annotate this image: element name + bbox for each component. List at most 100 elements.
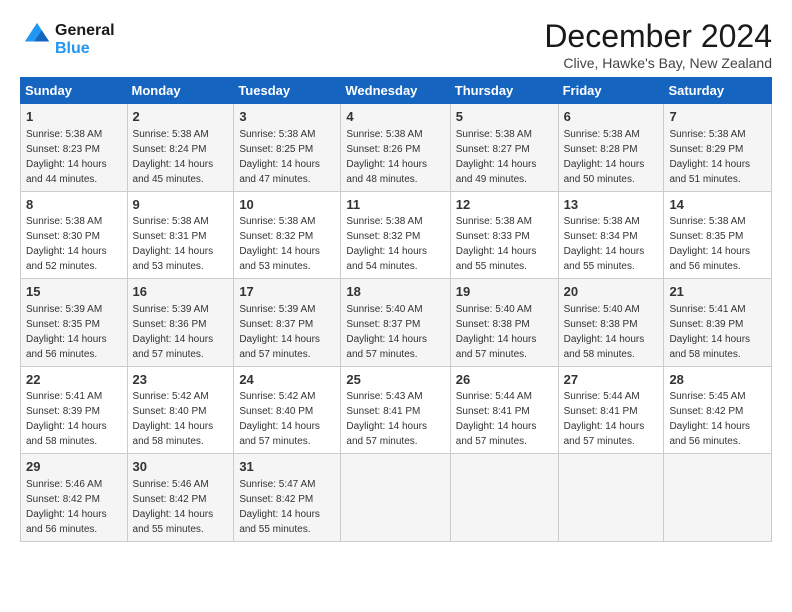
calendar-cell xyxy=(664,454,772,542)
day-detail: Sunrise: 5:38 AMSunset: 8:23 PMDaylight:… xyxy=(26,129,107,185)
day-number: 3 xyxy=(239,108,335,126)
day-detail: Sunrise: 5:42 AMSunset: 8:40 PMDaylight:… xyxy=(239,391,320,447)
calendar-cell: 27Sunrise: 5:44 AMSunset: 8:41 PMDayligh… xyxy=(558,366,664,454)
calendar-cell: 1 Sunrise: 5:38 AMSunset: 8:23 PMDaylight… xyxy=(21,104,128,192)
calendar-header-row: Sunday Monday Tuesday Wednesday Thursday… xyxy=(21,78,772,104)
day-number: 17 xyxy=(239,283,335,301)
col-tuesday: Tuesday xyxy=(234,78,341,104)
day-detail: Sunrise: 5:38 AMSunset: 8:35 PMDaylight:… xyxy=(669,216,750,272)
calendar-week-1: 1 Sunrise: 5:38 AMSunset: 8:23 PMDaylight… xyxy=(21,104,772,192)
day-number: 8 xyxy=(26,196,122,214)
page: General Blue December 2024 Clive, Hawke'… xyxy=(0,0,792,552)
day-detail: Sunrise: 5:38 AMSunset: 8:33 PMDaylight:… xyxy=(456,216,537,272)
calendar-week-5: 29Sunrise: 5:46 AMSunset: 8:42 PMDayligh… xyxy=(21,454,772,542)
calendar-week-4: 22 Sunrise: 5:41 AMSunset: 8:39 PMDayligh… xyxy=(21,366,772,454)
calendar-table: Sunday Monday Tuesday Wednesday Thursday… xyxy=(20,77,772,542)
calendar-cell xyxy=(558,454,664,542)
day-number: 23 xyxy=(133,371,229,389)
day-detail: Sunrise: 5:40 AMSunset: 8:38 PMDaylight:… xyxy=(456,304,537,360)
day-number: 25 xyxy=(346,371,444,389)
calendar-cell: 17Sunrise: 5:39 AMSunset: 8:37 PMDayligh… xyxy=(234,279,341,367)
day-number: 6 xyxy=(564,108,659,126)
day-detail: Sunrise: 5:39 AMSunset: 8:35 PMDaylight:… xyxy=(26,304,107,360)
day-number: 11 xyxy=(346,196,444,214)
calendar-cell: 10Sunrise: 5:38 AMSunset: 8:32 PMDayligh… xyxy=(234,191,341,279)
day-number: 22 xyxy=(26,371,122,389)
day-number: 2 xyxy=(133,108,229,126)
day-detail: Sunrise: 5:43 AMSunset: 8:41 PMDaylight:… xyxy=(346,391,427,447)
calendar-week-2: 8 Sunrise: 5:38 AMSunset: 8:30 PMDaylight… xyxy=(21,191,772,279)
calendar-cell: 15 Sunrise: 5:39 AMSunset: 8:35 PMDayligh… xyxy=(21,279,128,367)
calendar-cell: 13Sunrise: 5:38 AMSunset: 8:34 PMDayligh… xyxy=(558,191,664,279)
day-detail: Sunrise: 5:40 AMSunset: 8:37 PMDaylight:… xyxy=(346,304,427,360)
day-detail: Sunrise: 5:38 AMSunset: 8:25 PMDaylight:… xyxy=(239,129,320,185)
col-wednesday: Wednesday xyxy=(341,78,450,104)
day-number: 4 xyxy=(346,108,444,126)
title-block: December 2024 Clive, Hawke's Bay, New Ze… xyxy=(544,18,772,71)
day-detail: Sunrise: 5:47 AMSunset: 8:42 PMDaylight:… xyxy=(239,479,320,535)
day-number: 31 xyxy=(239,458,335,476)
logo-icon xyxy=(23,21,51,49)
day-detail: Sunrise: 5:38 AMSunset: 8:34 PMDaylight:… xyxy=(564,216,645,272)
day-detail: Sunrise: 5:41 AMSunset: 8:39 PMDaylight:… xyxy=(26,391,107,447)
calendar-week-3: 15 Sunrise: 5:39 AMSunset: 8:35 PMDayligh… xyxy=(21,279,772,367)
calendar-cell: 3 Sunrise: 5:38 AMSunset: 8:25 PMDaylight… xyxy=(234,104,341,192)
day-number: 16 xyxy=(133,283,229,301)
calendar-cell: 12 Sunrise: 5:38 AMSunset: 8:33 PMDayligh… xyxy=(450,191,558,279)
calendar-cell: 14 Sunrise: 5:38 AMSunset: 8:35 PMDayligh… xyxy=(664,191,772,279)
day-number: 19 xyxy=(456,283,553,301)
calendar-cell: 7 Sunrise: 5:38 AMSunset: 8:29 PMDaylight… xyxy=(664,104,772,192)
day-detail: Sunrise: 5:38 AMSunset: 8:29 PMDaylight:… xyxy=(669,129,750,185)
day-number: 1 xyxy=(26,108,122,126)
calendar-cell: 16Sunrise: 5:39 AMSunset: 8:36 PMDayligh… xyxy=(127,279,234,367)
calendar-cell: 4 Sunrise: 5:38 AMSunset: 8:26 PMDaylight… xyxy=(341,104,450,192)
calendar-cell: 23 Sunrise: 5:42 AMSunset: 8:40 PMDayligh… xyxy=(127,366,234,454)
day-detail: Sunrise: 5:38 AMSunset: 8:32 PMDaylight:… xyxy=(346,216,427,272)
calendar-cell: 20 Sunrise: 5:40 AMSunset: 8:38 PMDayligh… xyxy=(558,279,664,367)
day-detail: Sunrise: 5:38 AMSunset: 8:24 PMDaylight:… xyxy=(133,129,214,185)
logo-line2: Blue xyxy=(55,40,115,58)
day-detail: Sunrise: 5:44 AMSunset: 8:41 PMDaylight:… xyxy=(456,391,537,447)
day-detail: Sunrise: 5:38 AMSunset: 8:26 PMDaylight:… xyxy=(346,129,427,185)
day-number: 15 xyxy=(26,283,122,301)
day-detail: Sunrise: 5:45 AMSunset: 8:42 PMDaylight:… xyxy=(669,391,750,447)
calendar-cell: 6 Sunrise: 5:38 AMSunset: 8:28 PMDaylight… xyxy=(558,104,664,192)
calendar-cell xyxy=(341,454,450,542)
day-number: 14 xyxy=(669,196,766,214)
day-detail: Sunrise: 5:42 AMSunset: 8:40 PMDaylight:… xyxy=(133,391,214,447)
page-title: December 2024 xyxy=(544,18,772,55)
calendar-cell: 22 Sunrise: 5:41 AMSunset: 8:39 PMDayligh… xyxy=(21,366,128,454)
calendar-cell: 8 Sunrise: 5:38 AMSunset: 8:30 PMDaylight… xyxy=(21,191,128,279)
day-number: 9 xyxy=(133,196,229,214)
calendar-cell: 29Sunrise: 5:46 AMSunset: 8:42 PMDayligh… xyxy=(21,454,128,542)
col-thursday: Thursday xyxy=(450,78,558,104)
calendar-cell: 21 Sunrise: 5:41 AMSunset: 8:39 PMDayligh… xyxy=(664,279,772,367)
calendar-cell: 24 Sunrise: 5:42 AMSunset: 8:40 PMDayligh… xyxy=(234,366,341,454)
day-detail: Sunrise: 5:46 AMSunset: 8:42 PMDaylight:… xyxy=(133,479,214,535)
logo-line1: General xyxy=(55,22,115,40)
day-detail: Sunrise: 5:41 AMSunset: 8:39 PMDaylight:… xyxy=(669,304,750,360)
day-number: 20 xyxy=(564,283,659,301)
calendar-cell xyxy=(450,454,558,542)
day-detail: Sunrise: 5:38 AMSunset: 8:31 PMDaylight:… xyxy=(133,216,214,272)
day-detail: Sunrise: 5:38 AMSunset: 8:30 PMDaylight:… xyxy=(26,216,107,272)
day-number: 12 xyxy=(456,196,553,214)
calendar-cell: 5Sunrise: 5:38 AMSunset: 8:27 PMDaylight… xyxy=(450,104,558,192)
day-number: 21 xyxy=(669,283,766,301)
day-detail: Sunrise: 5:38 AMSunset: 8:27 PMDaylight:… xyxy=(456,129,537,185)
day-detail: Sunrise: 5:40 AMSunset: 8:38 PMDaylight:… xyxy=(564,304,645,360)
day-number: 7 xyxy=(669,108,766,126)
day-detail: Sunrise: 5:44 AMSunset: 8:41 PMDaylight:… xyxy=(564,391,645,447)
calendar-cell: 26 Sunrise: 5:44 AMSunset: 8:41 PMDayligh… xyxy=(450,366,558,454)
calendar-cell: 30 Sunrise: 5:46 AMSunset: 8:42 PMDayligh… xyxy=(127,454,234,542)
day-number: 30 xyxy=(133,458,229,476)
col-sunday: Sunday xyxy=(21,78,128,104)
calendar-cell: 25 Sunrise: 5:43 AMSunset: 8:41 PMDayligh… xyxy=(341,366,450,454)
header: General Blue December 2024 Clive, Hawke'… xyxy=(20,18,772,71)
day-number: 24 xyxy=(239,371,335,389)
day-number: 26 xyxy=(456,371,553,389)
calendar-cell: 9 Sunrise: 5:38 AMSunset: 8:31 PMDaylight… xyxy=(127,191,234,279)
day-detail: Sunrise: 5:38 AMSunset: 8:28 PMDaylight:… xyxy=(564,129,645,185)
day-number: 10 xyxy=(239,196,335,214)
calendar-cell: 11 Sunrise: 5:38 AMSunset: 8:32 PMDayligh… xyxy=(341,191,450,279)
